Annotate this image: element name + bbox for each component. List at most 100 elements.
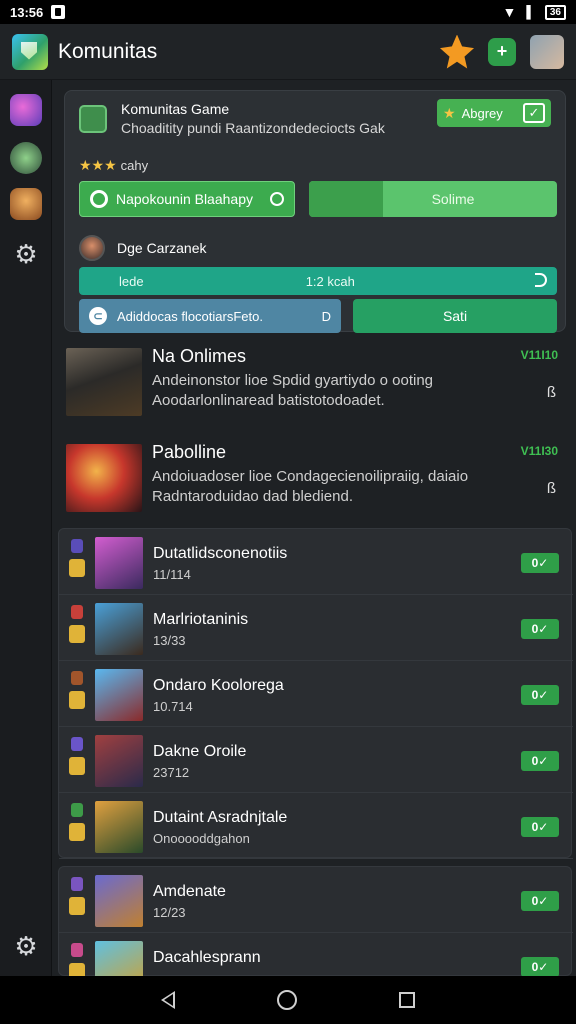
badge-icon	[71, 605, 83, 619]
bottom-action-row: ⊂ Adiddocas flocotiarsFeto. D Sati	[79, 299, 557, 333]
game-sub: 23712	[153, 765, 190, 780]
game-list: Dutatlidsconenotiis 11/114 0✓ Marlriotanini…	[58, 528, 573, 859]
game-row[interactable]: Dutatlidsconenotiis 11/114 0✓	[59, 529, 573, 595]
featured-version: V11I10	[520, 348, 558, 362]
installed-button[interactable]: 0✓	[521, 957, 559, 976]
game-sub: 10.714	[153, 699, 193, 714]
trophy-icon	[69, 625, 85, 643]
back-icon[interactable]	[161, 991, 175, 1009]
game-thumbnail	[95, 735, 143, 787]
sidebar: ⚙ ⚙	[0, 80, 52, 976]
trophy-icon	[69, 823, 85, 841]
game-sub: Onooooddgahon	[153, 831, 250, 846]
navigation-bar	[0, 976, 576, 1024]
status-time: 13:56	[10, 4, 44, 20]
teal-left-label: lede	[119, 273, 144, 289]
game-thumbnail	[95, 537, 143, 589]
featured-title: Na Onlimes	[152, 346, 247, 366]
trophy-icon	[69, 559, 85, 577]
featured-title: Pabolline	[152, 442, 227, 462]
achievement-icon[interactable]	[440, 34, 474, 69]
avatar[interactable]	[79, 235, 105, 261]
recents-icon[interactable]	[399, 992, 415, 1008]
star-icon: ★★★	[79, 157, 117, 173]
installed-button[interactable]: 0✓	[521, 817, 559, 837]
primary-button-label: Napokounin Blaahapy	[116, 191, 253, 207]
refresh-icon	[90, 190, 108, 208]
game-thumbnail	[95, 941, 143, 976]
featured-desc: Radntaroduidao dad blediend.	[152, 488, 353, 505]
card-title: Komunitas Game	[121, 101, 230, 117]
featured-desc: Andeinonstor lioe Spdid gyartiydo o ooti…	[152, 372, 434, 389]
installed-button[interactable]: 0✓	[521, 685, 559, 705]
featured-item[interactable]: Pabolline Andoiuadoser lioe Condagecieno…	[56, 438, 576, 530]
link-button[interactable]: ⊂ Adiddocas flocotiarsFeto. D	[79, 299, 341, 333]
game-row[interactable]: Dakne Oroile 23712 0✓	[59, 727, 573, 793]
sidebar-item-explore[interactable]	[10, 142, 42, 174]
link-icon: ⊂	[89, 307, 107, 325]
checkbox-icon: ✓	[523, 103, 545, 123]
game-name: Amdenate	[153, 883, 226, 900]
more-icon[interactable]: ß	[547, 384, 556, 401]
profile-avatar[interactable]	[530, 34, 564, 69]
gear-icon: ⚙	[14, 239, 38, 269]
app-bar-actions: +	[440, 34, 564, 69]
trophy-icon	[69, 897, 85, 915]
installed-button[interactable]: 0✓	[521, 619, 559, 639]
arrow-icon	[535, 273, 547, 287]
badge-icon	[71, 737, 83, 751]
sidebar-item-games[interactable]	[10, 94, 42, 126]
trophy-icon	[69, 691, 85, 709]
badge-icon	[71, 671, 83, 685]
game-thumbnail	[95, 669, 143, 721]
game-row[interactable]: Marlriotaninis 13/33 0✓	[59, 595, 573, 661]
trophy-icon	[69, 757, 85, 775]
apply-label: Abgrey	[461, 105, 503, 121]
badge-icon	[71, 943, 83, 957]
ring-icon	[270, 192, 284, 206]
apply-button[interactable]: ★ Abgrey ✓	[437, 99, 551, 127]
battery-icon: 36	[544, 4, 566, 20]
game-name: Ondaro Koolorega	[153, 677, 284, 694]
trophy-icon	[69, 963, 85, 976]
user-name: Dge Carzanek	[117, 240, 207, 256]
game-sub: 11/114	[153, 567, 191, 582]
sidebar-settings-top[interactable]: ⚙	[10, 238, 42, 270]
game-row[interactable]: Ondaro Koolorega 10.714 0✓	[59, 661, 573, 727]
installed-button[interactable]: 0✓	[521, 751, 559, 771]
rating: ★★★ cahy	[79, 157, 148, 174]
featured-desc: Andoiuadoser lioe Condagecienoilipraiig,…	[152, 468, 469, 485]
badge-icon	[71, 803, 83, 817]
home-icon[interactable]	[277, 990, 297, 1010]
rating-label: cahy	[120, 158, 149, 173]
game-name: Dutatlidsconenotiis	[153, 545, 288, 562]
link-suffix: D	[321, 308, 331, 324]
progress-bar: Solime	[309, 181, 557, 217]
action-row: Napokounin Blaahapy Solime	[79, 181, 557, 217]
more-icon[interactable]: ß	[547, 480, 556, 497]
featured-item[interactable]: Na Onlimes Andeinonstor lioe Spdid gyart…	[56, 342, 576, 434]
badge-icon	[71, 877, 83, 891]
game-name: Dakne Oroile	[153, 743, 247, 760]
game-row[interactable]: Amdenate 12/23 0✓	[59, 867, 573, 933]
primary-button[interactable]: Napokounin Blaahapy	[79, 181, 295, 217]
main-content: Komunitas Game Choaditity pundi Raantizo…	[56, 80, 576, 976]
sidebar-item-friends[interactable]	[10, 188, 42, 220]
game-thumbnail	[66, 444, 142, 512]
sidebar-settings-bottom[interactable]: ⚙	[10, 930, 42, 962]
app-logo-icon	[12, 33, 48, 70]
progress-label: Solime	[431, 191, 475, 207]
game-row[interactable]: Dutaint Asradnjtale Onooooddgahon 0✓	[59, 793, 573, 859]
game-row[interactable]: Dacahlesprann 0✓	[59, 933, 573, 976]
star-icon: ★	[443, 104, 456, 121]
community-card: Komunitas Game Choaditity pundi Raantizo…	[64, 90, 566, 333]
badge-icon	[71, 539, 83, 553]
status-right: ▼ ▌ 36	[503, 4, 566, 20]
teal-mid-label: 1:2 kcah	[305, 273, 355, 289]
add-button[interactable]: +	[488, 37, 516, 66]
installed-button[interactable]: 0✓	[521, 553, 559, 573]
signal-icon: ▌	[526, 5, 535, 19]
installed-button[interactable]: 0✓	[521, 891, 559, 911]
teal-bar[interactable]: lede 1:2 kcah	[79, 267, 557, 295]
save-button[interactable]: Sati	[353, 299, 557, 333]
